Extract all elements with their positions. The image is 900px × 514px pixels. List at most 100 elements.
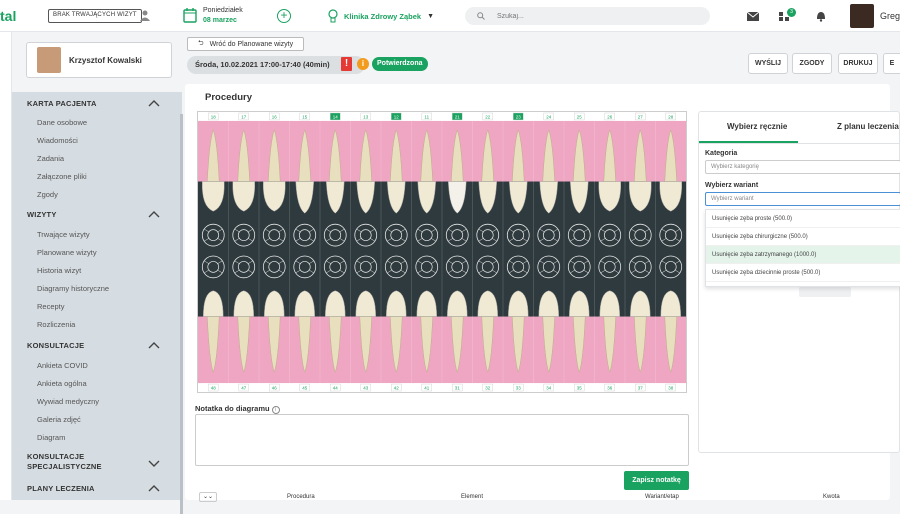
menu-item-diagramy-historyczne[interactable]: Diagramy historyczne [37, 284, 109, 293]
tooth-number: 33 [516, 386, 521, 391]
add-visit-button[interactable]: + [277, 9, 291, 23]
tooth-number: 47 [241, 386, 246, 391]
patient-photo [37, 47, 61, 73]
procedures-panel: Procedury 18 17 16 15 14 13 12 11 21 22 23 24 25 26 27… [185, 84, 900, 502]
menu-item-ankieta-covid[interactable]: Ankieta COVID [37, 361, 88, 370]
mail-icon[interactable] [746, 10, 760, 22]
menu-item-planowane-wizyty[interactable]: Planowane wizyty [37, 248, 97, 257]
info-icon[interactable]: i [357, 58, 369, 70]
send-button[interactable]: WYŚLIJ [748, 53, 788, 74]
chevron-up-icon[interactable] [148, 99, 160, 107]
chevron-up-icon[interactable] [148, 210, 160, 218]
menu-item-rozliczenia[interactable]: Rozliczenia [37, 320, 75, 329]
tooth-number: 42 [394, 386, 399, 391]
procedure-picker: Wybierz ręcznie Z planu leczenia Kategor… [698, 111, 900, 453]
alert-icon[interactable]: ! [341, 57, 352, 71]
menu-item-zgody[interactable]: Zgody [37, 190, 58, 199]
menu-item-zadania[interactable]: Zadania [37, 154, 64, 163]
person-icon[interactable] [140, 10, 150, 21]
back-button[interactable]: ⮌ Wróć do Planowane wizyty [187, 37, 305, 51]
tooth-number: 15 [302, 114, 307, 119]
more-button[interactable]: E [883, 53, 900, 74]
sidebar-scrollbar[interactable] [180, 114, 183, 514]
chevron-down-icon[interactable] [148, 459, 160, 467]
menu-item-dane-osobowe[interactable]: Dane osobowe [37, 118, 87, 127]
option-surgical-extraction[interactable]: Usunięcie zęba chirurgiczne (500.0) [706, 228, 900, 246]
patient-card[interactable]: Krzysztof Kowalski [26, 42, 172, 78]
tab-from-plan[interactable]: Z planu leczenia [837, 122, 899, 131]
chevron-up-icon[interactable] [148, 341, 160, 349]
save-note-button[interactable]: Zapisz notatkę [624, 471, 689, 490]
variant-select[interactable]: Wybierz wariant [705, 192, 900, 206]
tooth-number: 16 [272, 114, 277, 119]
notification-badge: 3 [787, 8, 796, 17]
note-textarea[interactable] [195, 414, 689, 466]
tooth-number: 12 [394, 114, 399, 119]
section-konsultacje-specjalistyczne[interactable]: KONSULTACJE SPECJALISTYCZNE [27, 452, 127, 472]
menu-item-ankieta-ogolna[interactable]: Ankieta ogólna [37, 379, 87, 388]
tooth-number: 38 [668, 386, 673, 391]
option-simple-extraction[interactable]: Usunięcie zęba proste (500.0) [706, 210, 900, 228]
menu-item-wiadomosci[interactable]: Wiadomości [37, 136, 78, 145]
visit-datetime: Środa, 10.02.2021 17:00-17:40 (40min) [187, 56, 365, 74]
print-button[interactable]: DRUKUJ [838, 53, 878, 74]
tab-manual[interactable]: Wybierz ręcznie [727, 122, 787, 131]
tooth-number: 13 [363, 114, 368, 119]
lightbulb-icon [328, 9, 338, 23]
col-procedura: Procedura [287, 494, 315, 500]
tooth-number: 11 [424, 114, 429, 119]
clinic-name: Klinika Zdrowy Ząbek [344, 11, 422, 21]
dental-chart[interactable]: 18 17 16 15 14 13 12 11 21 22 23 24 25 26 27 28 48 47 46 45… [197, 111, 687, 393]
section-konsultacje[interactable]: KONSULTACJE [27, 341, 84, 350]
chevron-up-icon[interactable] [148, 484, 160, 492]
tooth-number: 21 [455, 114, 460, 119]
user-name[interactable]: Greg [880, 11, 900, 21]
user-avatar[interactable] [850, 4, 874, 28]
collapse-toggle[interactable]: ⌄⌄ [199, 492, 217, 502]
col-wariant: Wariant/etap [645, 494, 679, 500]
tooth-number: 43 [363, 386, 368, 391]
search-bar[interactable] [465, 7, 710, 25]
date-day: Poniedziałek [203, 7, 243, 14]
tooth-number: 36 [607, 386, 612, 391]
menu-item-diagram[interactable]: Diagram [37, 433, 65, 442]
menu-item-zalaczone-pliki[interactable]: Załączone pliki [37, 172, 87, 181]
tooth-number: 44 [333, 386, 338, 391]
tooth-number: 28 [668, 114, 673, 119]
app-logo: tal [0, 8, 17, 24]
calendar-icon[interactable] [183, 7, 197, 23]
variant-label: Wybierz wariant [705, 182, 759, 189]
menu-item-galeria-zdjec[interactable]: Galeria zdjęć [37, 415, 81, 424]
search-input[interactable] [497, 12, 677, 20]
section-karta-pacjenta[interactable]: KARTA PACJENTA [27, 99, 97, 108]
arrow-back-icon: ⮌ [198, 39, 204, 47]
section-wizyty[interactable]: WIZYTY [27, 210, 57, 219]
category-select[interactable]: Wybierz kategorię [705, 160, 900, 174]
menu-item-historia-wizyt[interactable]: Historia wizyt [37, 266, 81, 275]
status-badge: Potwierdzona [372, 57, 428, 71]
date-value: 08 marzec [203, 17, 237, 24]
consents-button[interactable]: ZGODY [792, 53, 832, 74]
menu-item-recepty[interactable]: Recepty [37, 302, 65, 311]
patient-name: Krzysztof Kowalski [69, 55, 142, 65]
category-label: Kategoria [705, 150, 738, 157]
tooth-number: 27 [638, 114, 643, 119]
back-label: Wróć do Planowane wizyty [209, 40, 294, 48]
option-child-extraction[interactable]: Usunięcie zęba dziecinnie proste (500.0) [706, 264, 900, 282]
top-bar: tal BRAK TRWAJĄCYCH WIZYT Poniedziałek 08… [0, 0, 900, 32]
option-impacted-extraction[interactable]: Usunięcie zęba zatrzymanego (1000.0) [706, 246, 900, 264]
variant-dropdown: Usunięcie zęba proste (500.0) Usunięcie … [705, 209, 900, 287]
menu-item-wywiad-medyczny[interactable]: Wywiad medyczny [37, 397, 99, 406]
tooth-number: 32 [485, 386, 490, 391]
procedures-title: Procedury [205, 92, 252, 103]
tooth-number: 48 [211, 386, 216, 391]
bell-icon[interactable] [814, 10, 828, 22]
clinic-selector[interactable]: Klinika Zdrowy Ząbek ▼ [328, 9, 434, 23]
patient-menu: KARTA PACJENTA Dane osobowe Wiadomości Z… [12, 92, 182, 500]
tooth-number: 22 [485, 114, 490, 119]
menu-item-trwajace-wizyty[interactable]: Trwające wizyty [37, 230, 90, 239]
section-plany-leczenia[interactable]: PLANY LECZENIA [27, 484, 95, 493]
tooth-number: 46 [272, 386, 277, 391]
no-visits-button[interactable]: BRAK TRWAJĄCYCH WIZYT [48, 9, 142, 23]
tooth-number: 18 [211, 114, 216, 119]
